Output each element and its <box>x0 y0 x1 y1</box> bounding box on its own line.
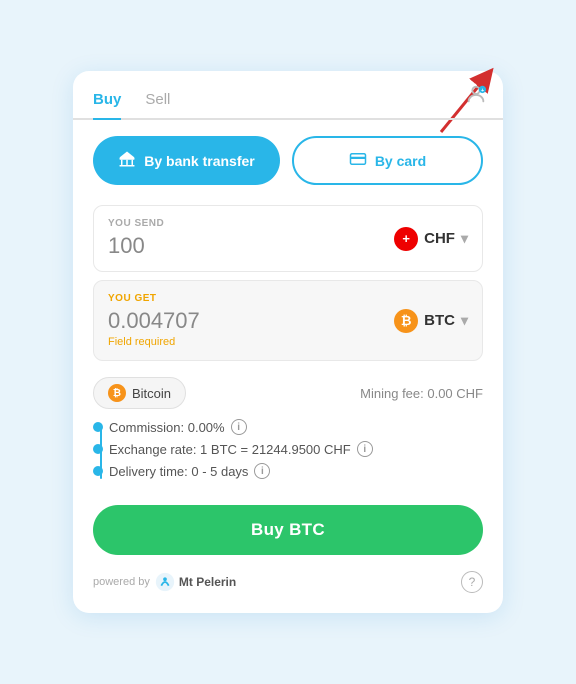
delivery-time-row: Delivery time: 0 - 5 days i <box>93 463 483 479</box>
payment-methods: By bank transfer By card <box>73 120 503 195</box>
get-currency-code: BTC <box>424 312 455 329</box>
tab-buy[interactable]: Buy <box>93 85 121 120</box>
svg-text:+: + <box>481 88 484 94</box>
mt-pelerin-logo: Mt Pelerin <box>154 571 236 593</box>
footer: powered by Mt Pelerin ? <box>73 571 503 593</box>
coin-name: Bitcoin <box>132 386 171 401</box>
bank-transfer-button[interactable]: By bank transfer <box>93 136 280 185</box>
tabs-bar: Buy Sell + <box>73 71 503 120</box>
send-chevron-icon: ▾ <box>461 230 468 247</box>
get-chevron-icon: ▾ <box>461 312 468 329</box>
field-required-text: Field required <box>108 336 200 348</box>
vertical-line <box>100 427 102 479</box>
get-label: YOU GET <box>108 293 200 304</box>
mining-fee-label: Mining fee: 0.00 CHF <box>360 386 483 401</box>
card-button[interactable]: By card <box>292 136 483 185</box>
delivery-time-text: Delivery time: 0 - 5 days <box>109 464 248 479</box>
help-icon[interactable]: ? <box>461 571 483 593</box>
get-currency-selector[interactable]: ₿ BTC ▾ <box>394 309 468 333</box>
send-value[interactable]: 100 <box>108 233 164 259</box>
send-section: YOU SEND 100 + CHF ▾ <box>93 205 483 272</box>
exchange-rate-info-icon[interactable]: i <box>357 441 373 457</box>
brand-name: Mt Pelerin <box>179 575 236 589</box>
bank-transfer-label: By bank transfer <box>144 153 254 169</box>
card-label: By card <box>375 153 426 169</box>
btc-icon: ₿ <box>394 309 418 333</box>
delivery-time-info-icon[interactable]: i <box>254 463 270 479</box>
tab-sell[interactable]: Sell <box>145 85 170 120</box>
commission-text: Commission: 0.00% <box>109 420 225 435</box>
profile-icon[interactable]: + <box>465 83 487 110</box>
send-currency-selector[interactable]: + CHF ▾ <box>394 227 468 251</box>
buy-button[interactable]: Buy BTC <box>93 505 483 555</box>
commission-info-icon[interactable]: i <box>231 419 247 435</box>
pelerin-logo-icon <box>154 571 176 593</box>
send-label: YOU SEND <box>108 218 164 229</box>
exchange-rate-text: Exchange rate: 1 BTC = 21244.9500 CHF <box>109 442 351 457</box>
chf-flag-icon: + <box>394 227 418 251</box>
card-icon <box>349 150 367 171</box>
widget-card: Buy Sell + By bank <box>73 71 503 613</box>
bank-icon <box>118 150 136 171</box>
powered-by-section: powered by Mt Pelerin <box>93 571 236 593</box>
get-value[interactable]: 0.004707 <box>108 308 200 334</box>
bitcoin-icon: ₿ <box>108 384 126 402</box>
powered-by-text: powered by <box>93 576 150 588</box>
exchange-rate-row: Exchange rate: 1 BTC = 21244.9500 CHF i <box>93 441 483 457</box>
coin-row: ₿ Bitcoin Mining fee: 0.00 CHF <box>73 371 503 415</box>
coin-selector[interactable]: ₿ Bitcoin <box>93 377 186 409</box>
send-currency-code: CHF <box>424 230 455 247</box>
info-section: Commission: 0.00% i Exchange rate: 1 BTC… <box>73 415 503 495</box>
get-section: YOU GET 0.004707 Field required ₿ BTC ▾ <box>93 280 483 361</box>
commission-row: Commission: 0.00% i <box>93 419 483 435</box>
